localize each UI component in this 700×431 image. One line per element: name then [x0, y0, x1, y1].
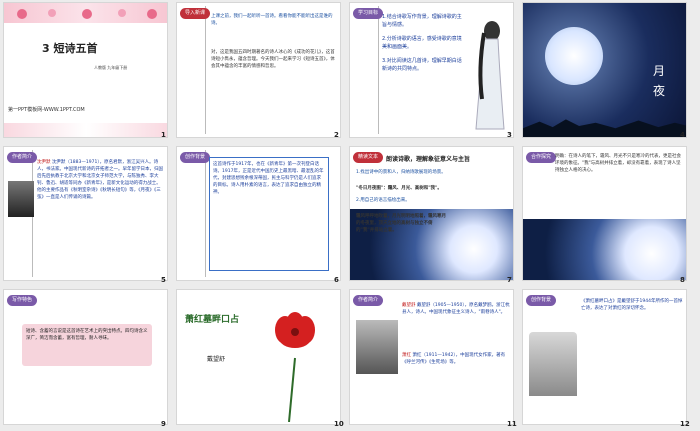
- author-portrait: [8, 181, 34, 217]
- flower-icon: [17, 9, 157, 19]
- girl-illustration: [475, 21, 505, 130]
- slide-number: 9: [161, 420, 166, 428]
- section-tag: 导入新课: [180, 8, 211, 19]
- author-bio-1: 戴望舒 戴望舒（1905—1950），原名戴梦鸥，浙江杭县人，诗人。中国现代象征…: [402, 302, 510, 316]
- poem-title: 萧红墓畔口占: [185, 315, 240, 325]
- section-tag: 创作背景: [180, 152, 211, 163]
- slide-12[interactable]: 创作背景 《萧红墓畔口占》是戴望舒于1944年所作的一首悼亡诗，表达了对萧红的深…: [522, 289, 687, 425]
- slide-footer: 第一PPT模板网-WWW.1PPT.COM: [8, 107, 85, 113]
- trees-silhouette: [523, 119, 686, 137]
- slide-number: 3: [507, 131, 512, 139]
- moon: [545, 27, 603, 85]
- background-text: 这首诗作于1917年，也在《新青年》第一次刊登白话诗。1917年，正是近代中国历…: [209, 157, 329, 271]
- slide-number: 1: [161, 131, 166, 139]
- slide-6[interactable]: 创作背景 这首诗作于1917年，也在《新青年》第一次刊登白话诗。1917年，正是…: [176, 146, 341, 281]
- slide-8[interactable]: 合作探究 明确：在诗人的笔下，霜风、月光不只是寒冷的代表，更是社会环境的象征。"…: [522, 146, 687, 281]
- background-text: 《萧红墓畔口占》是戴望舒于1944年所作的一首悼亡诗，表达了对萧红的深切怀念。: [581, 299, 683, 311]
- feature-text: 短诗、含蓄的言说是这首诗在艺术上的突出特点。四句诗含义深广，简洁而含蓄，富有哲理…: [22, 324, 152, 366]
- section-tag: 合作探究: [526, 152, 557, 163]
- answer-1: "冬日月夜图"：霜风、月光、高树和"我"。: [356, 186, 442, 191]
- slide-9[interactable]: 写作特色 短诗、含蓄的言说是这首诗在艺术上的突出特点。四句诗含义深广，简洁而含蓄…: [3, 289, 168, 425]
- slide-number: 11: [507, 420, 517, 428]
- divider: [378, 6, 379, 134]
- slide-number: 2: [334, 131, 339, 139]
- slide-11[interactable]: 作者简介 戴望舒 戴望舒（1905—1950），原名戴梦鸥，浙江杭县人，诗人。中…: [349, 289, 514, 425]
- decor-bottom-flowers: [4, 123, 167, 137]
- slide-10[interactable]: 萧红墓畔口占 戴望舒: [176, 289, 341, 425]
- slide-1[interactable]: 3 短诗五首 人教版 九年级下册 第一PPT模板网-WWW.1PPT.COM: [3, 2, 168, 138]
- tomb-image: [529, 332, 577, 396]
- slide-7[interactable]: 精读文本 朗读诗歌，理解象征意义与主旨 1.找出诗中的景和人，归纳诗歌展现的场景…: [349, 146, 514, 281]
- slide-number: 4: [680, 131, 685, 139]
- author-bio-text: 戴望舒（1905—1950），原名戴梦鸥，浙江杭县人，诗人。中国现代象征主义诗人…: [402, 303, 510, 315]
- author-bio-text: 沈尹默（1883—1971），原名君默，浙江吴兴人。诗人，书法家。中国现代新诗的…: [37, 160, 163, 200]
- goal-item: 1.结合诗歌写作背景，理解诗歌的主旨与情感。: [382, 14, 462, 28]
- slide-text: 对，这是我国五四时期著名的诗人冰心的《成功的花儿》，这首诗短小隽永，蕴含哲理。今…: [211, 50, 335, 69]
- question-2: 2.用自己的语言描绘出来。: [356, 198, 410, 203]
- slide-number: 5: [161, 276, 166, 284]
- section-tag: 作者简介: [353, 295, 384, 306]
- goal-list: 1.结合诗歌写作背景，理解诗歌的主旨与情感。 2.分析诗歌的语言，感受诗歌的意境…: [382, 13, 462, 73]
- poem-author: 戴望舒: [207, 356, 226, 363]
- slide-number: 12: [680, 420, 690, 428]
- question-1: 1.找出诗中的景和人，归纳诗歌展现的场景。: [356, 170, 446, 175]
- section-tag: 写作特色: [7, 295, 38, 306]
- author-bio: 沈尹默 沈尹默（1883—1971），原名君默，浙江吴兴人。诗人，书法家。中国现…: [37, 159, 165, 201]
- author-name: 萧红: [402, 353, 411, 358]
- slide-5[interactable]: 作者简介 沈尹默 沈尹默（1883—1971），原名君默，浙江吴兴人。诗人，书法…: [3, 146, 168, 281]
- slide-number: 8: [680, 276, 685, 284]
- slide-heading: 朗读诗歌，理解象征意义与主旨: [386, 156, 471, 163]
- goal-item: 2.分析诗歌的语言，感受诗歌的意境美和画面美。: [382, 36, 462, 50]
- section-tag: 学习目标: [353, 8, 384, 19]
- slide-edition: 人教版 九年级下册: [94, 65, 128, 70]
- slide-number: 10: [334, 420, 344, 428]
- explore-text: 明确：在诗人的笔下，霜风、月光不只是寒冷的代表，更是社会环境的象征。"我"与高树…: [555, 154, 681, 173]
- slide-3[interactable]: 学习目标 1.结合诗歌写作背景，理解诗歌的主旨与情感。 2.分析诗歌的语言，感受…: [349, 2, 514, 138]
- goal-item: 3.对比阅读这几首诗，理解早期白话新诗的共同特点。: [382, 58, 462, 72]
- section-tag: 精读文本: [353, 152, 384, 163]
- author-bio-text: 萧红（1911—1942），中国现代女作家，著有《呼兰河传》《生死场》等。: [402, 353, 506, 365]
- moon-image: [523, 219, 686, 280]
- answer-2: 霜风呼呼地吹着，月光明明地照着，霜风寒月的冬夜里，顶天立地的高树与独立不倚的"我…: [356, 214, 446, 233]
- divider: [205, 6, 206, 134]
- section-tag: 作者简介: [7, 152, 38, 163]
- slide-title: 月夜: [652, 64, 665, 98]
- author-portrait: [356, 320, 398, 374]
- section-tag: 创作背景: [526, 295, 557, 306]
- slide-number: 7: [507, 276, 512, 284]
- red-flower-image: [275, 312, 315, 422]
- divider: [205, 150, 206, 277]
- slide-number: 6: [334, 276, 339, 284]
- slide-title: 3 短诗五首: [42, 42, 98, 55]
- slide-text: 上课之前，我们一起听听一首诗。看看你能不能听出这是谁的诗。: [211, 14, 333, 26]
- slide-2[interactable]: 导入新课 上课之前，我们一起听听一首诗。看看你能不能听出这是谁的诗。 对，这是我…: [176, 2, 341, 138]
- author-name: 戴望舒: [402, 303, 416, 308]
- author-name: 沈尹默: [37, 160, 51, 165]
- slide-4[interactable]: 月夜: [522, 2, 687, 138]
- author-bio-2: 萧红 萧红（1911—1942），中国现代女作家，著有《呼兰河传》《生死场》等。: [402, 352, 510, 366]
